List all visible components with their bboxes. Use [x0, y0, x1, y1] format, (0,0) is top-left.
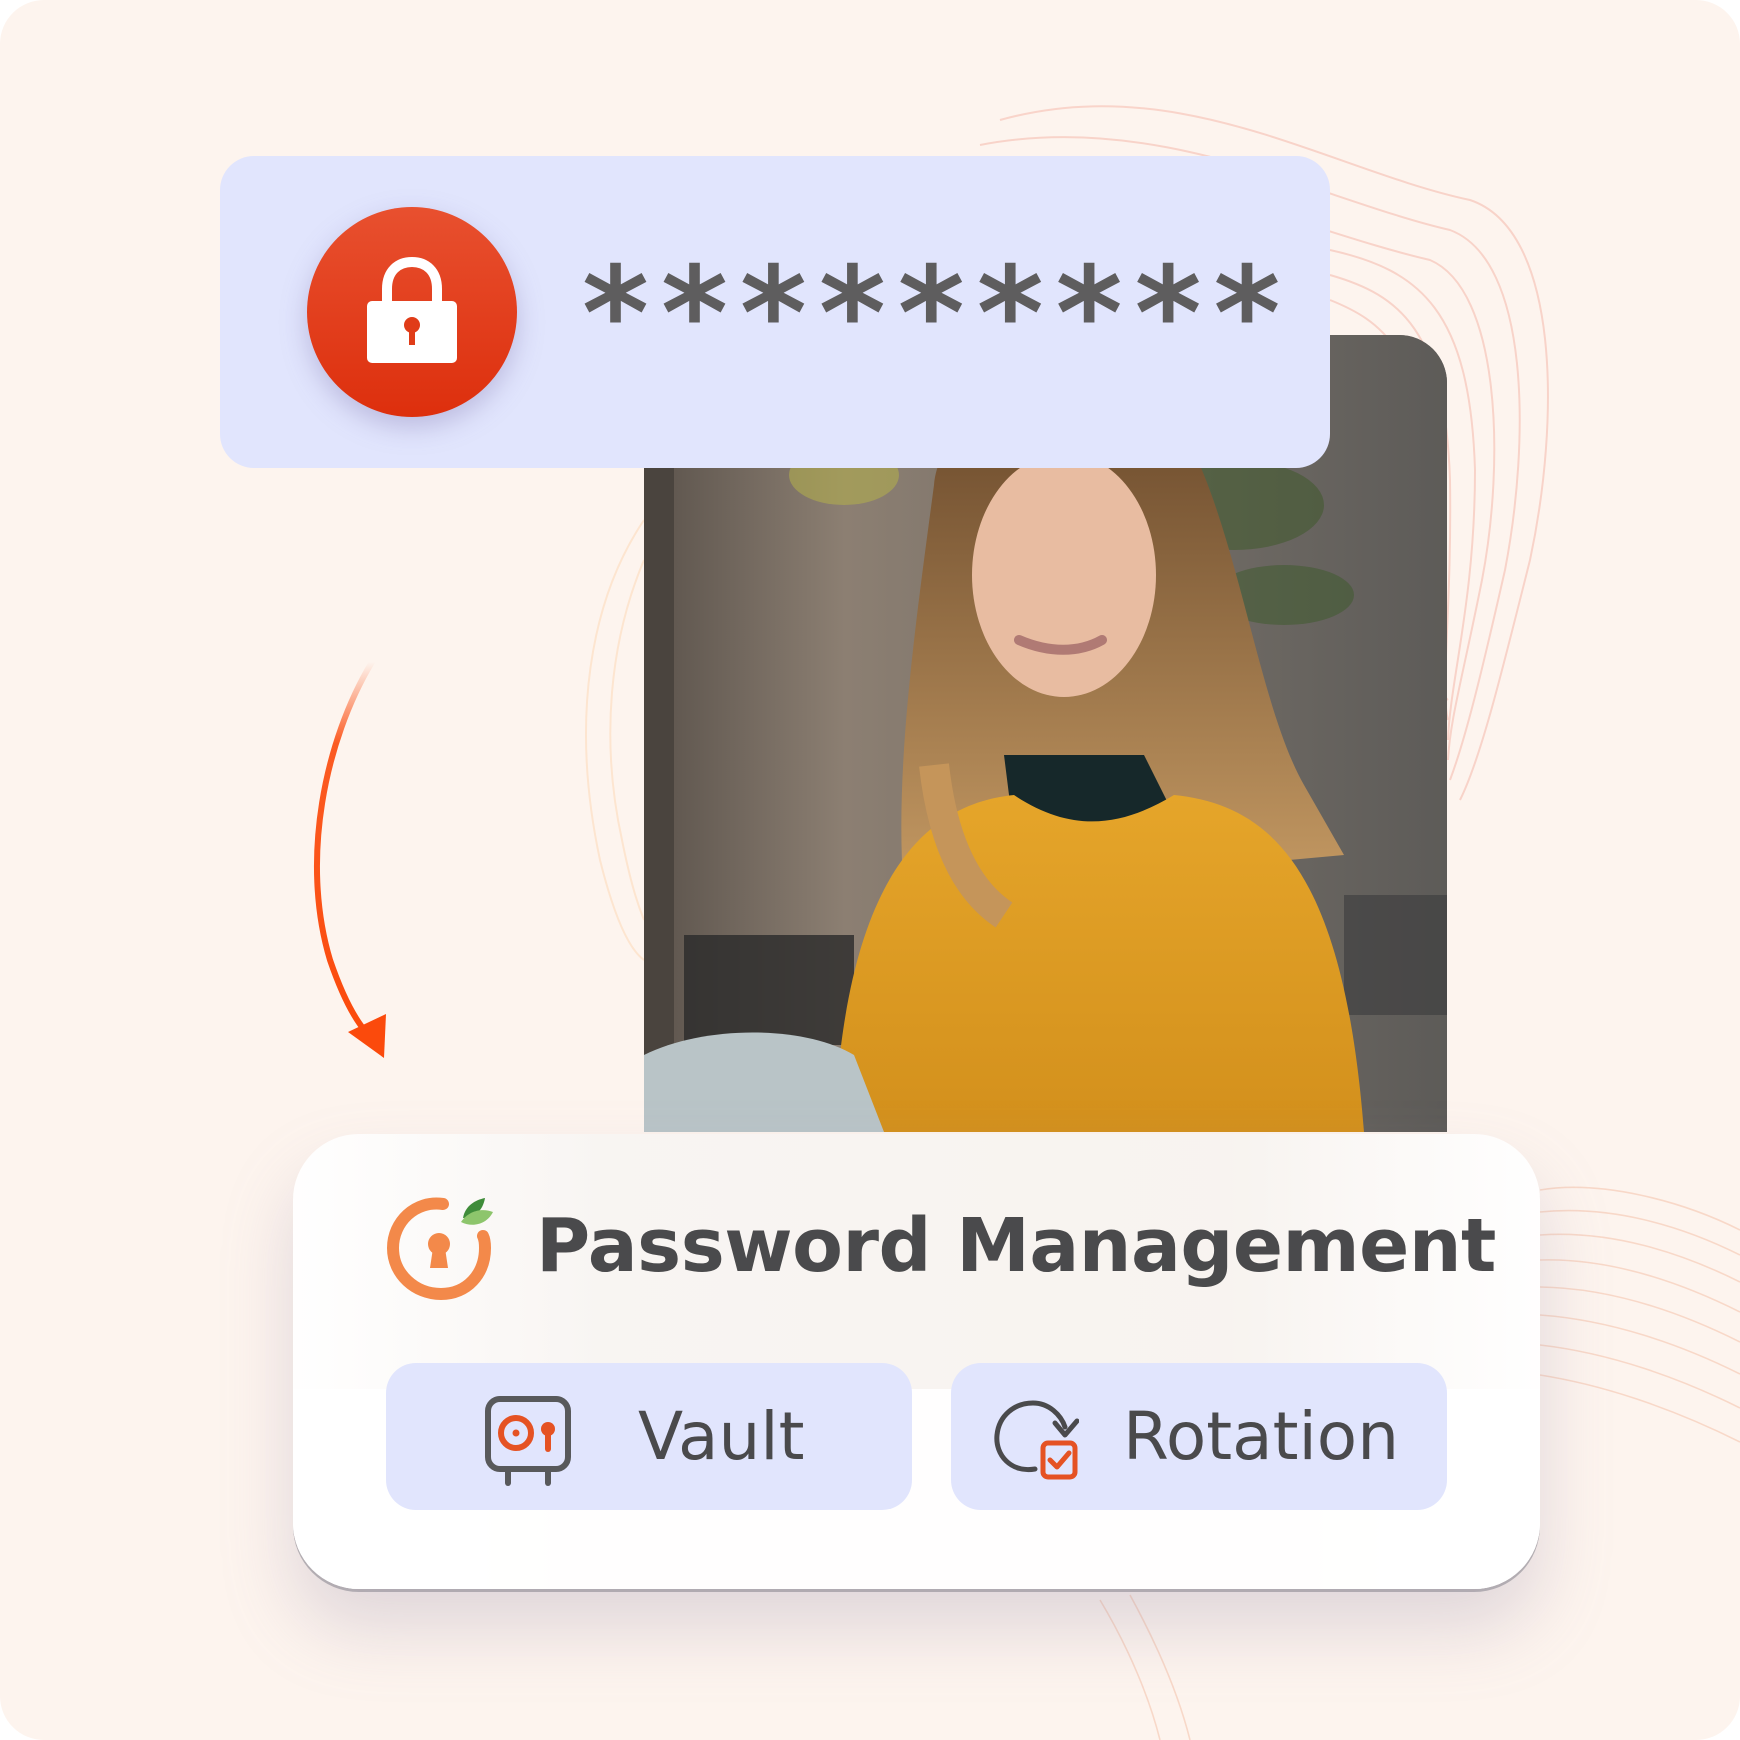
lock-icon [367, 257, 457, 363]
keyhole-logo-icon [386, 1197, 493, 1301]
safe-vault-icon [485, 1396, 571, 1486]
rotation-feature-button[interactable]: Rotation [951, 1363, 1447, 1510]
promo-canvas: ********* Password Management Vault Rota… [0, 0, 1740, 1740]
masked-password-value: ********* [582, 240, 1293, 389]
vault-label: Vault [638, 1398, 805, 1475]
lock-badge [307, 207, 517, 417]
vault-feature-button[interactable]: Vault [386, 1363, 912, 1510]
rotation-label: Rotation [1123, 1398, 1400, 1475]
curved-arrow-down-icon [314, 659, 386, 1058]
product-title: Password Management [536, 1203, 1496, 1289]
rotate-check-icon [994, 1400, 1079, 1480]
